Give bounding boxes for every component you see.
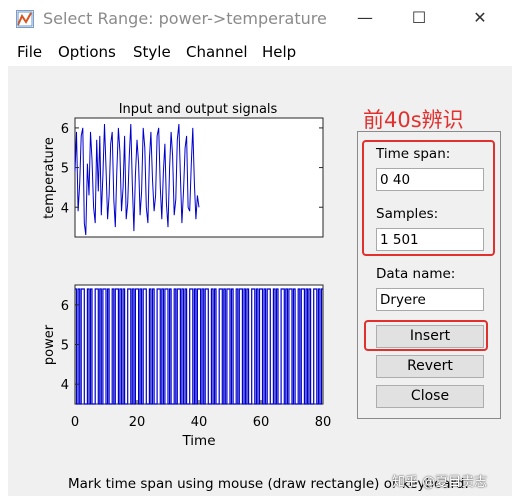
xtick-label: 20 — [129, 415, 146, 430]
top-ytick-label: 5 — [61, 162, 69, 177]
bottom-ytick-label: 4 — [61, 378, 69, 393]
bottom-ytick-label: 6 — [61, 299, 69, 314]
data-name-input[interactable]: Dryere — [376, 288, 484, 311]
power-axis-label: power — [42, 324, 57, 365]
plot-title: Input and output signals — [119, 102, 278, 117]
xtick-label: 0 — [71, 415, 79, 430]
revert-button[interactable]: Revert — [376, 355, 484, 378]
xtick-label: 40 — [191, 415, 208, 430]
watermark: 知乎 @夏目贵志 — [392, 475, 488, 490]
top-ytick-label: 4 — [61, 201, 69, 216]
bottom-ytick-label: 5 — [61, 339, 69, 354]
xtick-label: 80 — [315, 415, 332, 430]
highlight-time-samples — [362, 140, 495, 256]
time-axis-label: Time — [181, 433, 215, 449]
xtick-label: 60 — [253, 415, 270, 430]
top-ytick-label: 6 — [61, 122, 69, 137]
annotation-text: 前40s辨识 — [363, 108, 464, 132]
temperature-axis-label: temperature — [42, 137, 57, 219]
close-button[interactable]: Close — [376, 385, 484, 408]
highlight-insert-button — [364, 320, 488, 351]
data-name-label: Data name: — [376, 266, 456, 282]
